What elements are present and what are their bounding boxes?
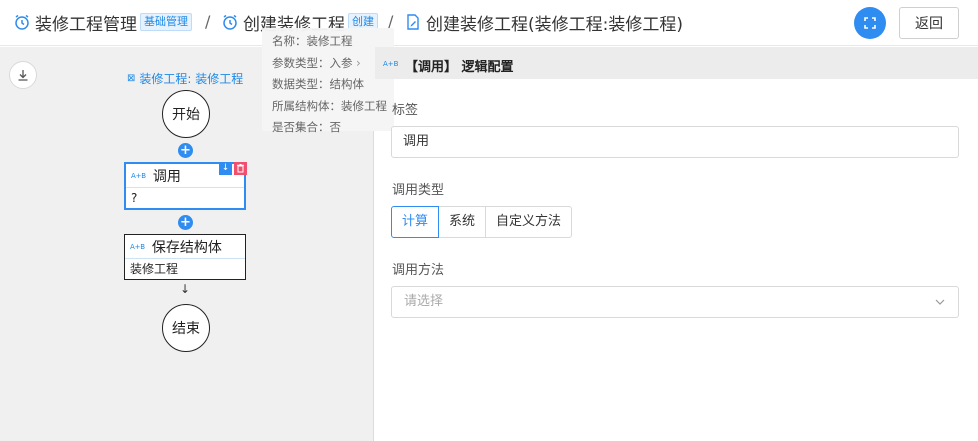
node-title: 调用 <box>152 168 181 185</box>
tooltip-line: 数据类型：结构体 <box>272 77 364 91</box>
move-down-icon[interactable]: ↓ <box>219 162 232 175</box>
param-tooltip: 名称：装修工程 参数类型：入参 数据类型：结构体 所属结构体：装修工程 是否集合… <box>262 28 394 134</box>
select-placeholder: 请选择 <box>404 294 444 309</box>
struct-param-text: 装修工程: 装修工程 <box>139 72 244 86</box>
label-field-label: 标签 <box>392 103 419 118</box>
alarm-clock-icon <box>223 14 237 30</box>
page-header: 装修工程管理 基础管理 / 创建装修工程 创建 / 创建装修工程(装修工程:装修… <box>0 0 978 46</box>
fullscreen-icon <box>864 17 876 29</box>
formula-icon: A+B <box>131 171 146 180</box>
add-node-button[interactable]: + <box>178 215 193 230</box>
download-icon <box>18 70 28 81</box>
formula-icon: A+B <box>383 60 399 68</box>
call-type-option-custom[interactable]: 自定义方法 <box>485 206 573 238</box>
breadcrumb-item-1[interactable]: 装修工程管理 基础管理 <box>13 10 192 35</box>
fullscreen-button[interactable] <box>854 7 886 39</box>
formula-icon: A+B <box>130 242 145 251</box>
chevron-right-icon: › <box>356 56 361 70</box>
save-struct-node[interactable]: A+B 保存结构体 装修工程 <box>124 234 246 280</box>
end-node[interactable]: 结束 <box>162 304 210 352</box>
call-method-select[interactable]: 请选择 <box>391 286 959 318</box>
panel-title: 【调用】 逻辑配置 <box>405 60 514 75</box>
label-input[interactable]: 调用 <box>391 126 959 158</box>
call-type-option-system[interactable]: 系统 <box>438 206 487 238</box>
edit-document-icon <box>407 14 419 30</box>
call-type-label: 调用类型 <box>392 183 445 198</box>
breadcrumb-title: 装修工程管理 <box>35 14 137 35</box>
node-value: 装修工程 <box>130 262 179 276</box>
struct-param-label[interactable]: ⊠ 装修工程: 装修工程 <box>127 70 243 87</box>
add-node-button[interactable]: + <box>178 143 193 158</box>
back-button[interactable]: 返回 <box>899 7 959 39</box>
variable-icon: ⊠ <box>127 73 136 84</box>
tooltip-line: 所属结构体：装修工程 <box>272 98 387 113</box>
breadcrumb-item-3: 创建装修工程(装修工程:装修工程) <box>404 10 683 35</box>
call-method-label: 调用方法 <box>392 263 445 278</box>
breadcrumb-separator: / <box>205 12 211 31</box>
node-header: A+B 保存结构体 <box>125 235 245 259</box>
call-node[interactable]: A+B 调用 ? ↓ <box>124 162 247 210</box>
tooltip-line: 参数类型：入参 <box>272 55 353 70</box>
node-title: 保存结构体 <box>151 239 222 256</box>
tooltip-line: 名称：装修工程 <box>272 34 353 48</box>
start-node[interactable]: 开始 <box>162 90 210 138</box>
node-value: ? <box>131 191 138 205</box>
call-type-selector: 计算 系统 自定义方法 <box>391 206 573 238</box>
breadcrumb-tag: 基础管理 <box>140 13 192 31</box>
download-button[interactable] <box>9 61 37 89</box>
delete-icon[interactable] <box>234 162 247 175</box>
tooltip-line: 是否集合：否 <box>272 120 341 134</box>
chevron-down-icon <box>935 299 945 305</box>
breadcrumb-title: 创建装修工程(装修工程:装修工程) <box>426 14 683 35</box>
alarm-clock-icon <box>15 14 29 30</box>
call-type-option-compute[interactable]: 计算 <box>391 206 440 238</box>
flow-arrow-icon: ↓ <box>180 282 191 296</box>
